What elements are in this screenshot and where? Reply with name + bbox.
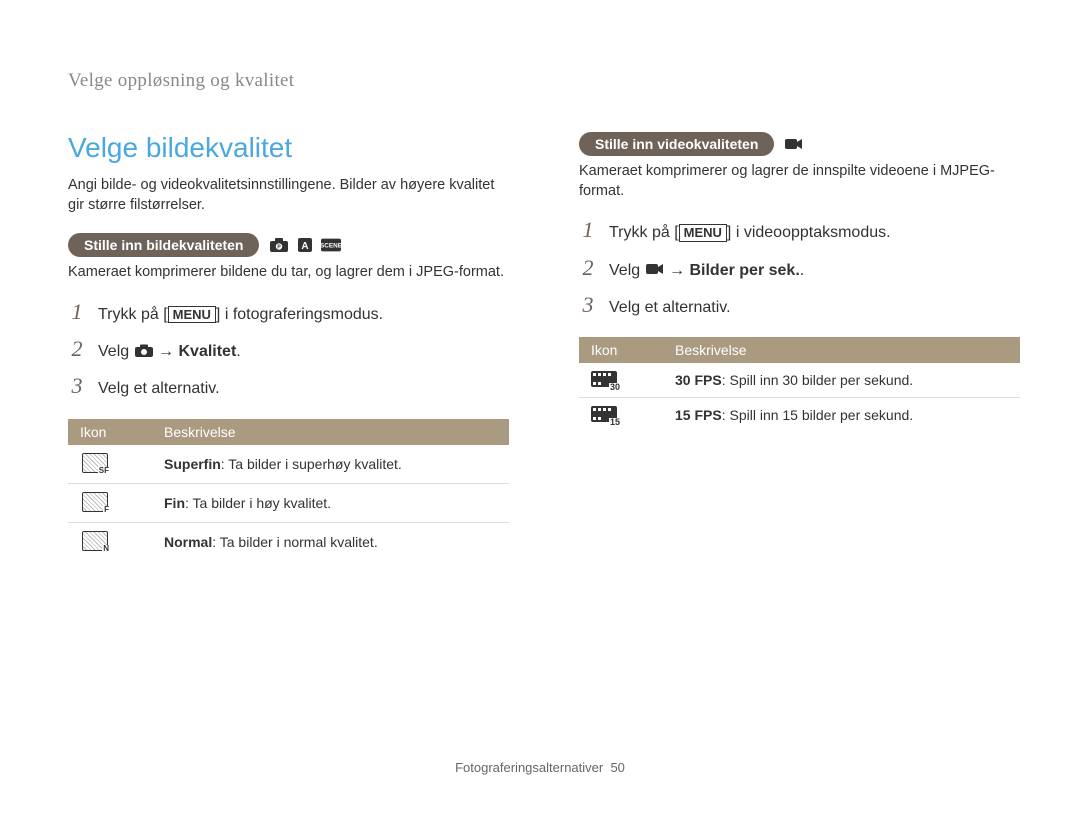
step-number: 3 (68, 375, 86, 397)
table-row: 15 15 FPS: Spill inn 15 bilder per sekun… (579, 398, 1020, 433)
camera-icon (134, 344, 154, 358)
menu-button-icon: MENU (168, 306, 216, 324)
step-2: 2 Velg → Kvalitet. (68, 338, 509, 363)
step-text: Trykk på [ (609, 224, 679, 241)
video-mode-icon (784, 136, 804, 152)
step-text: . (800, 262, 804, 279)
step-text: → (154, 343, 179, 360)
step-text: → (665, 262, 690, 279)
step-text: Trykk på [ (98, 306, 168, 323)
breadcrumb: Velge oppløsning og kvalitet (68, 70, 1020, 92)
fps-subscript: 15 (609, 418, 621, 427)
section-desc: Kameraet komprimerer og lagrer de innspi… (579, 162, 1020, 201)
step-3: 3 Velg et alternativ. (68, 375, 509, 400)
pill-label: Stille inn bildekvaliteten (68, 233, 259, 257)
section-header-image-quality: Stille inn bildekvaliteten P A SCENE (68, 233, 509, 257)
table-row: Superfin: Ta bilder i superhøy kvalitet. (68, 445, 509, 484)
step-number: 1 (68, 301, 86, 323)
fps-15-icon: 15 (591, 405, 617, 423)
step-text: ] i fotograferingsmodus. (216, 306, 383, 323)
quality-fine-icon (80, 491, 110, 513)
option-label: Superfin (164, 456, 221, 472)
scene-mode-icon: SCENE (321, 237, 341, 253)
step-1: 1 Trykk på [MENU] i fotograferingsmodus. (68, 301, 509, 326)
option-desc: : Ta bilder i høy kvalitet. (185, 495, 331, 511)
step-bold-option: Kvalitet (178, 343, 236, 360)
steps-list: 1 Trykk på [MENU] i videoopptaksmodus. 2… (579, 219, 1020, 319)
step-text: ] i videoopptaksmodus. (727, 224, 891, 241)
step-number: 1 (579, 219, 597, 241)
footer-section: Fotograferingsalternativer (455, 760, 603, 775)
step-2: 2 Velg → Bilder per sek.. (579, 257, 1020, 282)
option-desc: : Spill inn 15 bilder per sekund. (722, 407, 913, 423)
menu-button-icon: MENU (679, 224, 727, 242)
step-number: 3 (579, 294, 597, 316)
table-row: 30 30 FPS: Spill inn 30 bilder per sekun… (579, 363, 1020, 398)
step-3: 3 Velg et alternativ. (579, 294, 1020, 319)
section-desc: Kameraet komprimerer bildene du tar, og … (68, 263, 509, 283)
svg-text:SCENE: SCENE (321, 243, 341, 250)
svg-text:A: A (302, 241, 309, 252)
auto-mode-icon: A (295, 237, 315, 253)
step-number: 2 (68, 338, 86, 360)
option-label: Fin (164, 495, 185, 511)
section-header-video-quality: Stille inn videokvaliteten (579, 132, 1020, 156)
page-footer: Fotograferingsalternativer 50 (0, 760, 1080, 775)
pill-label: Stille inn videokvaliteten (579, 132, 774, 156)
table-row: Normal: Ta bilder i normal kvalitet. (68, 522, 509, 561)
steps-list: 1 Trykk på [MENU] i fotograferingsmodus.… (68, 301, 509, 401)
table-header-desc: Beskrivelse (152, 419, 509, 445)
fps-30-icon: 30 (591, 370, 617, 388)
table-header-icon: Ikon (579, 337, 663, 363)
video-camera-icon (645, 262, 665, 276)
step-text: Velg et alternativ. (98, 378, 220, 400)
camera-p-icon: P (269, 237, 289, 253)
fps-subscript: 30 (609, 383, 621, 392)
option-desc: : Ta bilder i normal kvalitet. (212, 534, 377, 550)
quality-normal-icon (80, 530, 110, 552)
left-column: Velge bildekvalitet Angi bilde- og video… (68, 132, 509, 561)
mode-icons-group: P A SCENE (269, 237, 341, 253)
option-label: 30 FPS (675, 372, 722, 388)
manual-page: Velge oppløsning og kvalitet Velge bilde… (0, 0, 1080, 815)
step-1: 1 Trykk på [MENU] i videoopptaksmodus. (579, 219, 1020, 244)
footer-page-number: 50 (610, 760, 624, 775)
step-text: Velg (609, 262, 645, 279)
step-text: . (236, 343, 240, 360)
step-number: 2 (579, 257, 597, 279)
table-row: Fin: Ta bilder i høy kvalitet. (68, 483, 509, 522)
quality-superfine-icon (80, 452, 110, 474)
table-header-icon: Ikon (68, 419, 152, 445)
content-columns: Velge bildekvalitet Angi bilde- og video… (68, 132, 1020, 561)
option-label: 15 FPS (675, 407, 722, 423)
image-quality-table: Ikon Beskrivelse Superfin: Ta bilder i s… (68, 419, 509, 561)
table-header-desc: Beskrivelse (663, 337, 1020, 363)
step-text: Velg (98, 343, 134, 360)
step-text: Velg et alternativ. (609, 297, 731, 319)
right-column: Stille inn videokvaliteten Kameraet komp… (579, 132, 1020, 561)
option-label: Normal (164, 534, 212, 550)
option-desc: : Spill inn 30 bilder per sekund. (722, 372, 913, 388)
intro-text: Angi bilde- og videokvalitetsinnstilling… (68, 176, 509, 215)
video-fps-table: Ikon Beskrivelse 30 30 FPS: Spill inn 30… (579, 337, 1020, 432)
step-bold-option: Bilder per sek. (689, 262, 799, 279)
mode-icons-group (784, 136, 804, 152)
page-title: Velge bildekvalitet (68, 132, 509, 164)
option-desc: : Ta bilder i superhøy kvalitet. (221, 456, 402, 472)
